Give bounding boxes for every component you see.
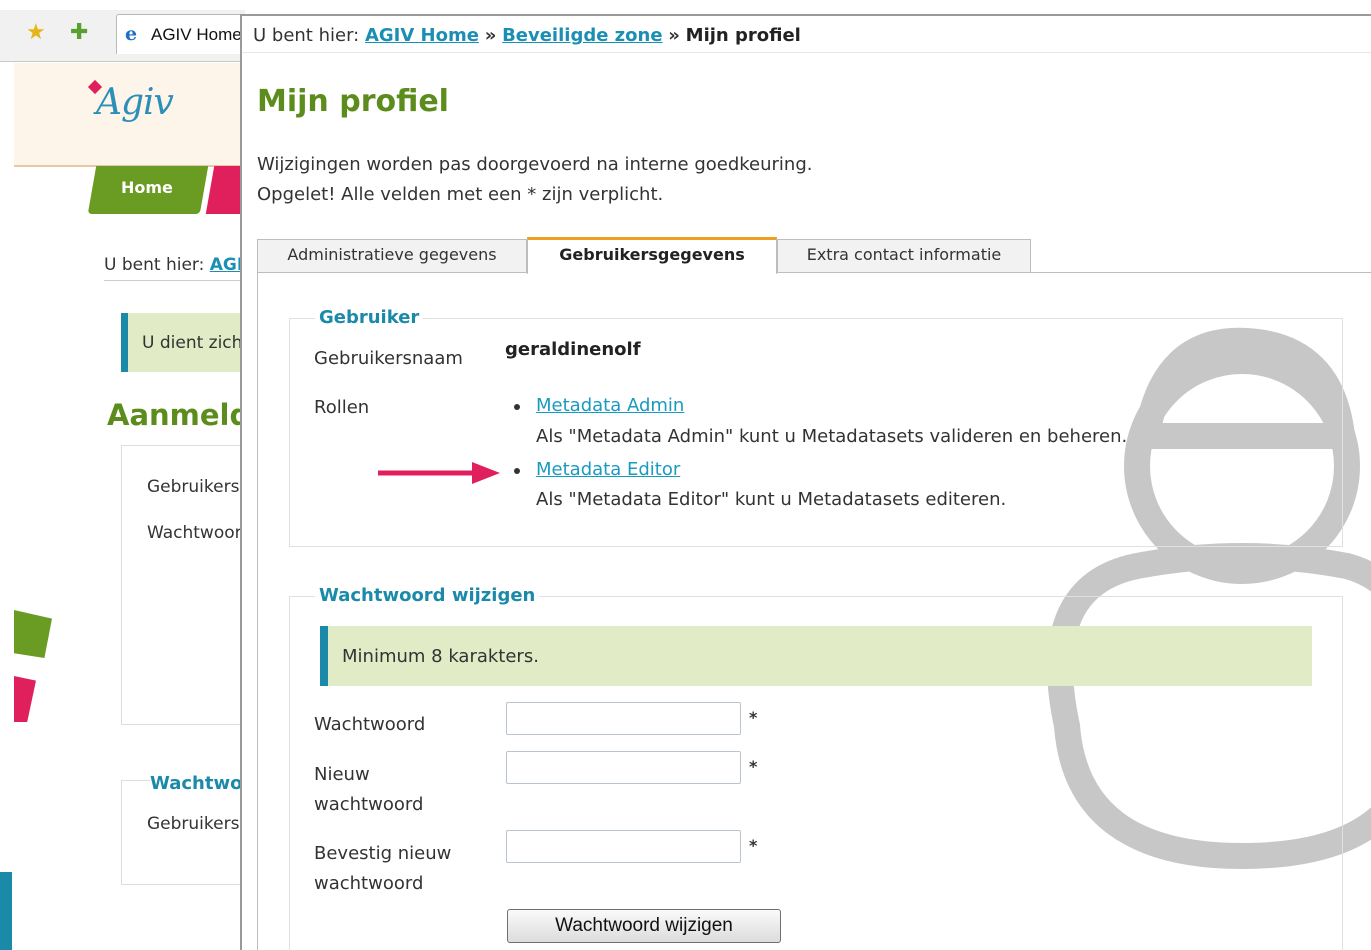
tab-extra-contact[interactable]: Extra contact informatie <box>777 239 1031 273</box>
ie-icon: e <box>125 23 138 45</box>
change-password-button[interactable]: Wachtwoord wijzigen <box>507 909 781 943</box>
page-title: Mijn profiel <box>257 84 449 119</box>
bg-breadcrumb: U bent hier: AGIV Home <box>104 254 245 281</box>
current-password-input[interactable] <box>506 702 741 735</box>
bg-username-label: Gebruikersnaam <box>147 477 245 497</box>
user-legend: Gebruiker <box>315 306 424 330</box>
new-password-label: wachtwoord <box>314 794 424 815</box>
decor-teal-bar <box>0 872 12 950</box>
required-mark: * <box>749 836 758 855</box>
star-icon[interactable]: ★ <box>26 22 46 44</box>
password-legend: Wachtwoord wijzigen <box>315 584 540 608</box>
role-description: Als "Metadata Editor" kunt u Metadataset… <box>536 489 1007 510</box>
password-notice-text: Minimum 8 karakters. <box>342 646 539 667</box>
role-bullet <box>514 404 520 410</box>
nav-tab-home-label[interactable]: Home <box>121 178 173 198</box>
username-value: geraldinenolf <box>505 339 641 360</box>
confirm-password-label: wachtwoord <box>314 873 424 894</box>
new-password-label: Nieuw <box>314 764 370 785</box>
breadcrumb-current: Mijn profiel <box>685 25 801 46</box>
breadcrumb-separator: » <box>484 25 497 46</box>
confirm-password-input[interactable] <box>506 830 741 863</box>
role-link-metadata-editor[interactable]: Metadata Editor <box>536 458 680 482</box>
background-window: ★ ✚ e AGIV Home Agiv Home U bent hier: A… <box>0 0 245 950</box>
new-password-input[interactable] <box>506 751 741 784</box>
breadcrumb: U bent hier: AGIV Home » Beveiligde zone… <box>253 24 801 48</box>
breadcrumb-divider <box>242 52 1371 53</box>
browser-tab-label: AGIV Home <box>151 25 242 44</box>
tab-user-data[interactable]: Gebruikersgegevens <box>527 237 777 274</box>
role-description: Als "Metadata Admin" kunt u Metadatasets… <box>536 426 1128 447</box>
bg-login-title: Aanmelden <box>107 398 245 432</box>
breadcrumb-prefix: U bent hier: <box>253 25 360 46</box>
required-note: Opgelet! Alle velden met een * zijn verp… <box>257 184 664 205</box>
decor-green-shape <box>14 610 52 658</box>
profile-panel: U bent hier: AGIV Home » Beveiligde zone… <box>240 14 1371 950</box>
required-mark: * <box>749 757 758 776</box>
bg-notice-text: U dient zich aan te melden <box>142 333 245 353</box>
role-bullet <box>514 468 520 474</box>
browser-tab[interactable]: e AGIV Home <box>116 14 245 54</box>
decor-pink-shape <box>14 676 36 722</box>
required-mark: * <box>749 708 758 727</box>
breadcrumb-separator: » <box>668 25 680 46</box>
username-label: Gebruikersnaam <box>314 348 463 369</box>
roles-label: Rollen <box>314 397 370 418</box>
confirm-password-label: Bevestig nieuw <box>314 843 452 864</box>
breadcrumb-link-home[interactable]: AGIV Home <box>365 25 479 46</box>
annotation-arrow <box>378 462 500 484</box>
breadcrumb-link-secure-zone[interactable]: Beveiligde zone <box>502 25 663 46</box>
bg-password-legend: Wachtwoord vergeten <box>150 773 245 795</box>
add-favorite-icon[interactable]: ✚ <box>70 22 88 44</box>
tab-administrative-data[interactable]: Administratieve gegevens <box>257 239 527 273</box>
role-link-metadata-admin[interactable]: Metadata Admin <box>536 394 684 418</box>
current-password-label: Wachtwoord <box>314 714 426 735</box>
agiv-logo[interactable]: Agiv <box>96 83 174 123</box>
bg-password-label: Wachtwoord <box>147 523 245 543</box>
bg-pw-username-label: Gebruikersnaam <box>147 814 245 834</box>
intro-text: Wijzigingen worden pas doorgevoerd na in… <box>257 154 813 175</box>
